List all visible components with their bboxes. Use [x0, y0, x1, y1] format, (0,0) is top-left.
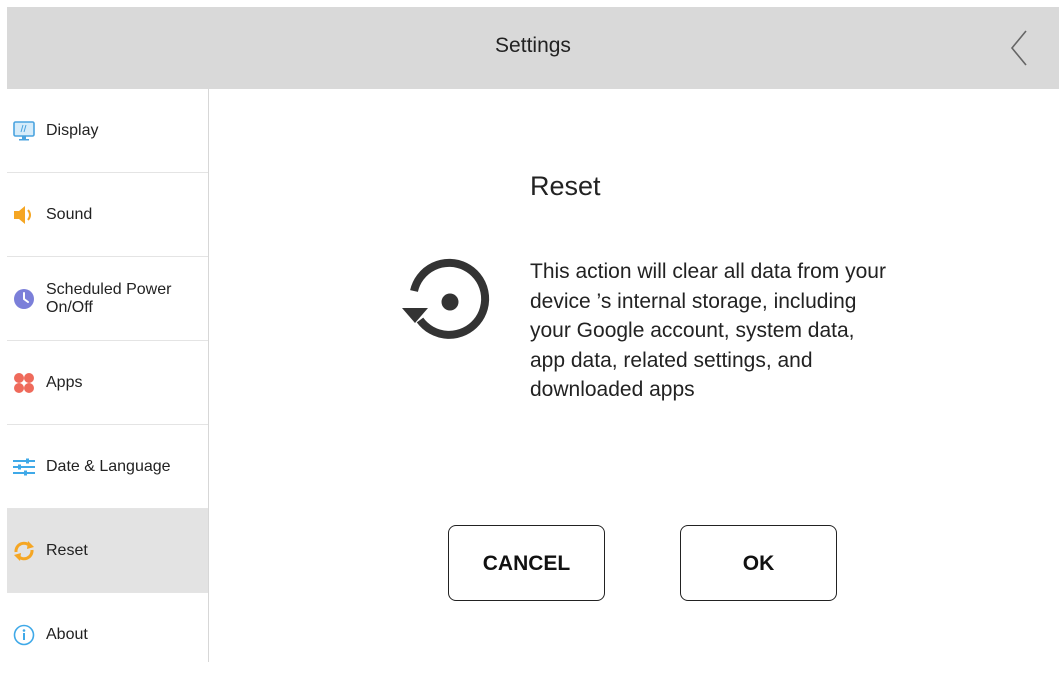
sidebar: Display Sound Scheduled Power On/Off App…: [7, 89, 209, 662]
sidebar-item-label: Sound: [46, 205, 93, 223]
sidebar-item-label: About: [46, 626, 88, 643]
sidebar-item-reset[interactable]: Reset: [7, 509, 208, 593]
sidebar-item-label: Apps: [46, 373, 83, 391]
sidebar-item-label: Date & Language: [46, 457, 171, 475]
dialog-title: Reset: [530, 171, 601, 201]
cancel-button[interactable]: CANCEL: [448, 525, 605, 601]
sidebar-item-label: Reset: [46, 541, 88, 559]
reset-panel: Reset This action will clear all data fr…: [209, 89, 1059, 662]
sidebar-item-label: Display: [46, 121, 99, 139]
chevron-left-icon: [1010, 30, 1027, 66]
header-bar: Settings: [7, 7, 1059, 89]
sidebar-item-label: Scheduled Power On/Off: [46, 280, 172, 316]
sidebar-item-apps[interactable]: Apps: [7, 341, 208, 425]
monitor-icon: [12, 119, 36, 143]
sidebar-item-about[interactable]: About: [7, 593, 208, 677]
refresh-icon: [12, 539, 36, 563]
sidebar-item-scheduled-power[interactable]: Scheduled Power On/Off: [7, 257, 208, 341]
sidebar-item-date-language[interactable]: Date & Language: [7, 425, 208, 509]
back-button[interactable]: [999, 23, 1039, 73]
settings-window: Settings Display Sound Scheduled Power O…: [7, 7, 1059, 662]
restore-icon: [402, 258, 490, 339]
info-icon: [12, 623, 36, 647]
page-title: Settings: [495, 34, 571, 57]
dialog-message: This action will clear all data from you…: [530, 260, 886, 401]
speaker-icon: [12, 203, 36, 227]
apps-icon: [12, 371, 36, 395]
sidebar-item-sound[interactable]: Sound: [7, 173, 208, 257]
ok-button[interactable]: OK: [680, 525, 837, 601]
sliders-icon: [12, 455, 36, 479]
sidebar-item-display[interactable]: Display: [7, 89, 208, 173]
clock-icon: [12, 287, 36, 311]
